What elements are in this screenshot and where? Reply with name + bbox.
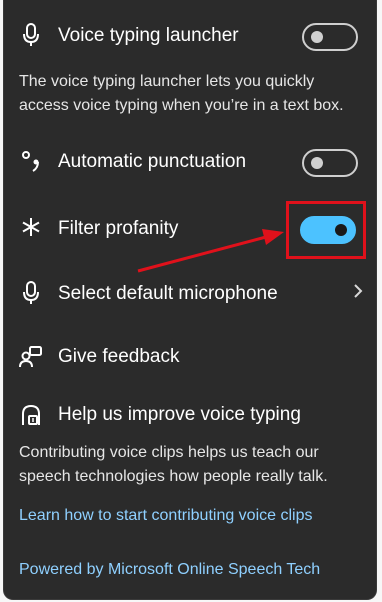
- screenshot-frame: Voice typing launcher The voice typing l…: [0, 0, 382, 602]
- annotation-arrow: [137, 229, 284, 273]
